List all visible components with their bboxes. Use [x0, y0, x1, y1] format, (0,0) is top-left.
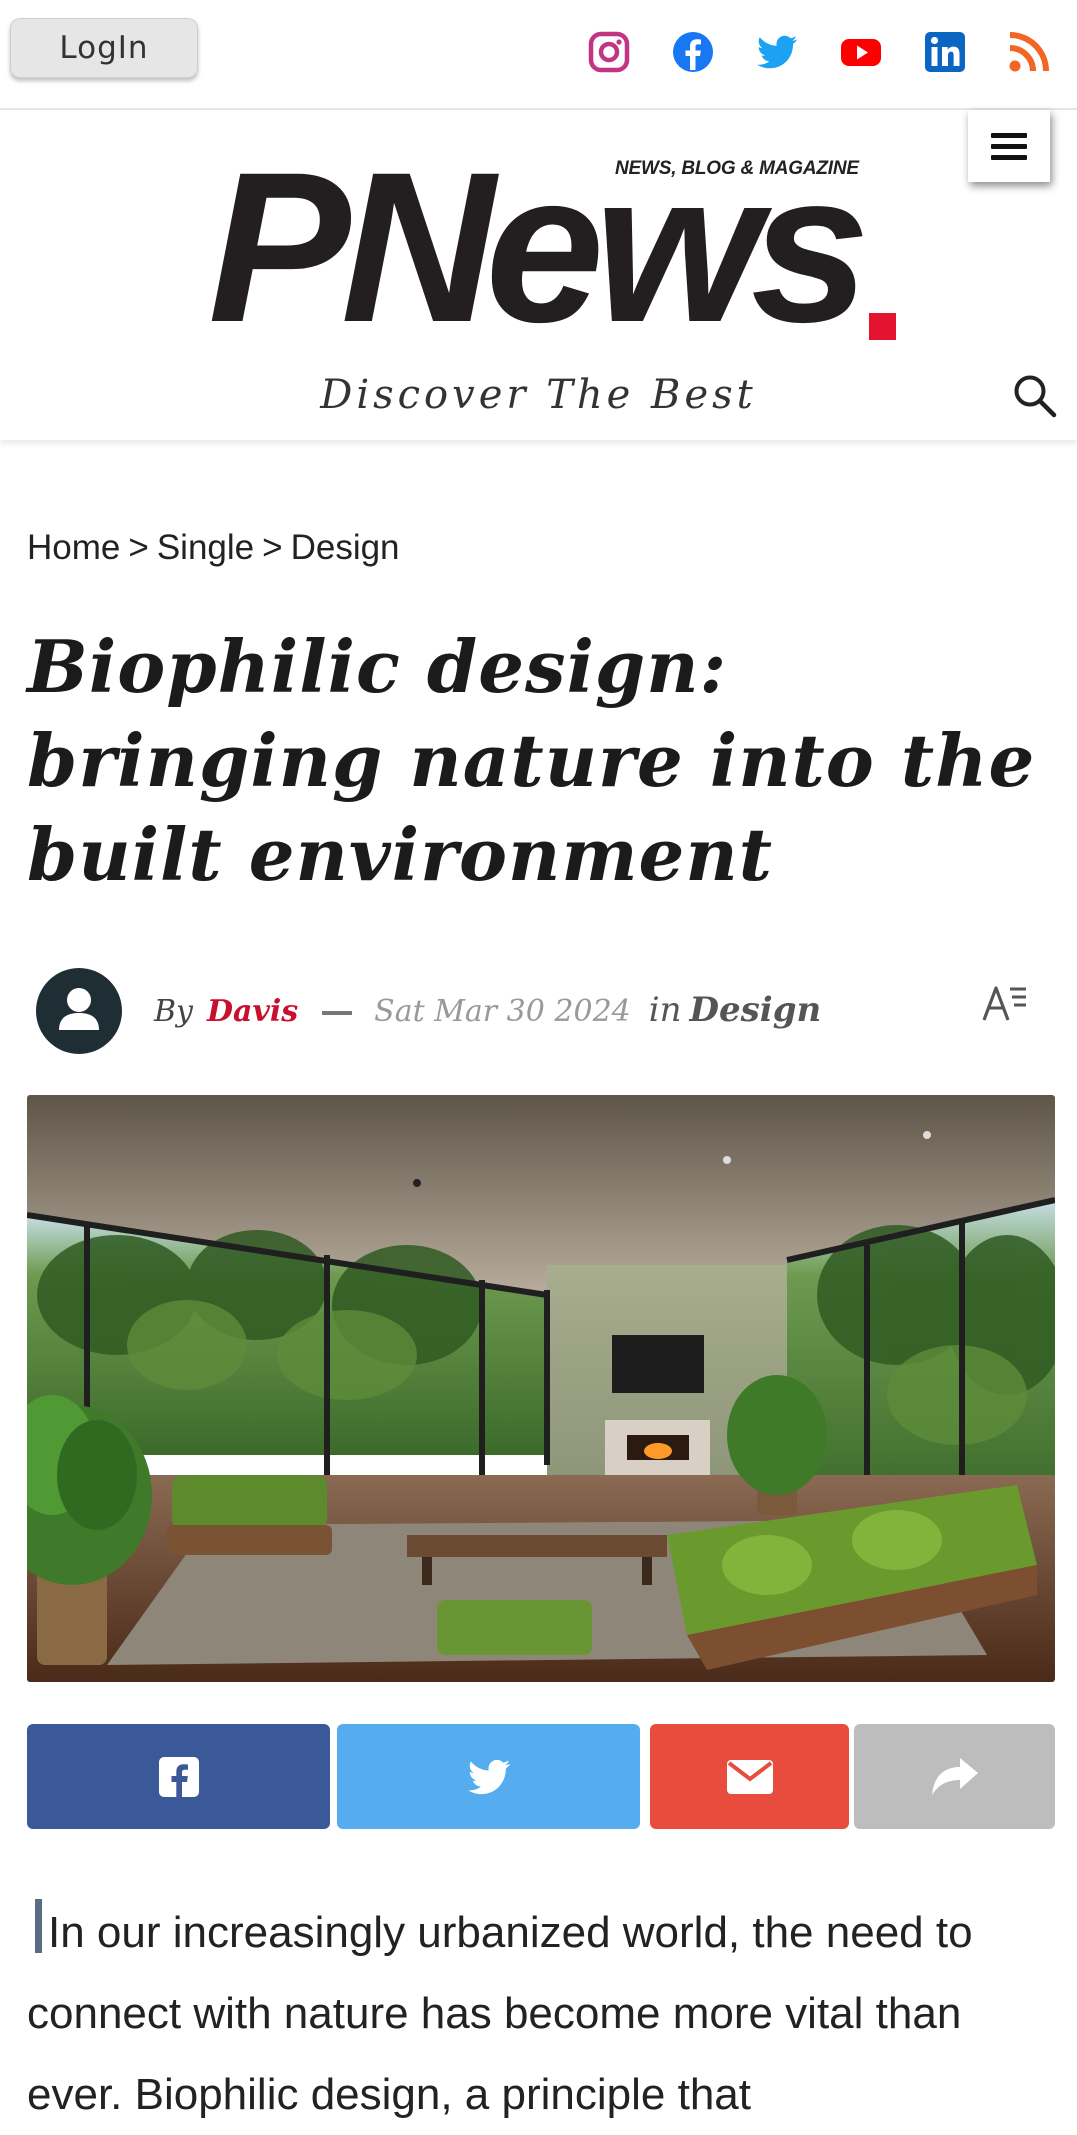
breadcrumb-separator: >	[128, 528, 149, 567]
article-meta: By Davis Sat Mar 30 2024 in Design	[36, 966, 1056, 1056]
font-size-icon[interactable]	[982, 980, 1030, 1024]
by-label: By	[154, 994, 193, 1029]
byline: By Davis Sat Mar 30 2024 in Design	[154, 990, 821, 1030]
twitter-icon	[467, 1759, 510, 1794]
social-links	[587, 30, 1051, 74]
publish-date: Sat Mar 30 2024	[374, 994, 631, 1029]
linkedin-icon[interactable]	[923, 30, 967, 74]
logo-tagline: NEWS, BLOG & MAGAZINE	[615, 158, 859, 179]
envelope-icon	[726, 1759, 773, 1794]
share-twitter-button[interactable]	[337, 1724, 640, 1829]
hero-image[interactable]	[27, 1095, 1055, 1682]
search-icon[interactable]	[1011, 372, 1059, 420]
dropcap-bar	[35, 1899, 42, 1953]
author-avatar[interactable]	[36, 968, 122, 1054]
logo-accent-dot	[869, 313, 896, 340]
site-slogan: Discover The Best	[320, 372, 757, 418]
breadcrumb: Home > Single > Design	[27, 528, 408, 568]
user-icon	[59, 988, 99, 1030]
share-more-button[interactable]	[854, 1724, 1055, 1829]
share-email-button[interactable]	[650, 1724, 849, 1829]
login-button[interactable]: LogIn	[10, 18, 198, 78]
in-label: in	[648, 990, 682, 1030]
breadcrumb-design[interactable]: Design	[291, 528, 400, 567]
top-bar: LogIn	[0, 0, 1077, 110]
breadcrumb-single[interactable]: Single	[157, 528, 254, 567]
hamburger-icon	[991, 127, 1027, 166]
author-link[interactable]: Davis	[207, 994, 298, 1029]
instagram-icon[interactable]	[587, 30, 631, 74]
rss-icon[interactable]	[1007, 30, 1051, 74]
article-title: Biophilic design: bringing nature into t…	[27, 624, 1036, 897]
breadcrumb-separator: >	[262, 528, 283, 567]
youtube-icon[interactable]	[839, 30, 883, 74]
category-link[interactable]: Design	[690, 990, 822, 1030]
share-arrow-icon	[931, 1757, 978, 1795]
breadcrumb-home[interactable]: Home	[27, 528, 120, 567]
article-body-text: In our increasingly urbanized world, the…	[27, 1908, 973, 2119]
twitter-icon[interactable]	[755, 30, 799, 74]
facebook-icon[interactable]	[671, 30, 715, 74]
meta-dash	[322, 1011, 353, 1015]
article-body-paragraph: In our increasingly urbanized world, the…	[27, 1892, 1062, 2135]
hamburger-menu-button[interactable]	[968, 110, 1050, 182]
site-header: PNews NEWS, BLOG & MAGAZINE Discover The…	[0, 110, 1077, 440]
share-facebook-button[interactable]	[27, 1724, 330, 1829]
facebook-square-icon	[158, 1756, 199, 1797]
